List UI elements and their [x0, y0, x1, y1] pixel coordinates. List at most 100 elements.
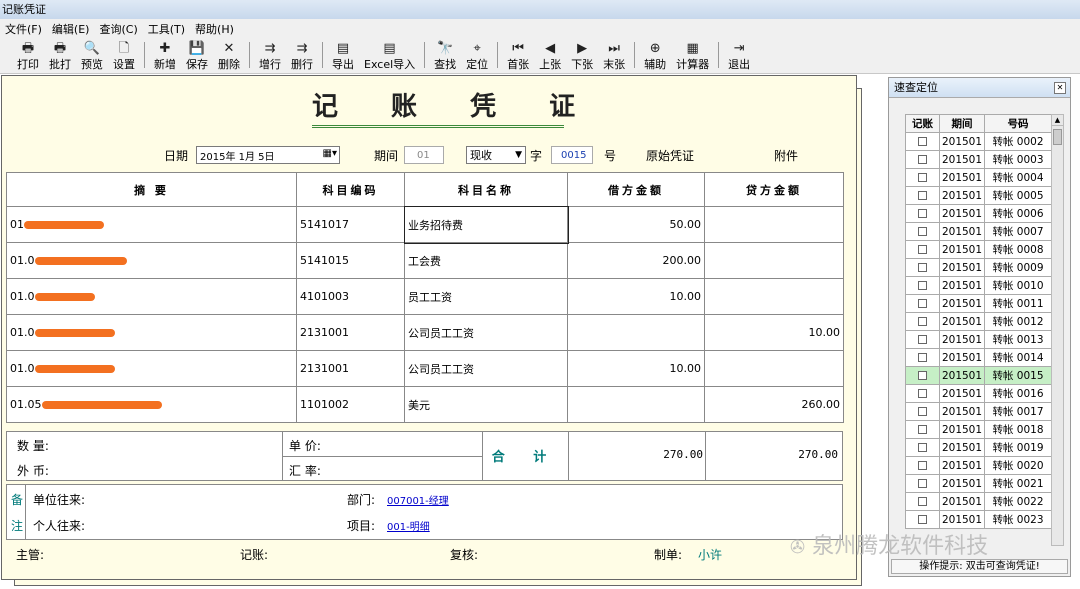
posted-cell[interactable] [905, 348, 940, 367]
toolbar-button-printer[interactable]: 🖶 打印 [12, 39, 44, 73]
posted-cell[interactable] [905, 492, 940, 511]
debit-cell[interactable] [567, 386, 705, 423]
toolbar-button-insert-row[interactable]: ⇉ 增行 [254, 39, 286, 73]
account-name-cell[interactable]: 公司员工工资 [404, 314, 568, 351]
posted-checkbox[interactable] [918, 353, 927, 362]
toolbar-button-export[interactable]: ▤ 导出 [327, 39, 359, 73]
posted-cell[interactable] [905, 204, 940, 223]
summary-cell[interactable]: 01.05 [6, 386, 297, 423]
summary-cell[interactable]: 01.0 [6, 242, 297, 279]
toolbar-button-last[interactable]: ⏭ 末张 [598, 39, 630, 73]
project-link[interactable]: 001-明细 [387, 518, 430, 533]
posted-cell[interactable] [905, 276, 940, 295]
account-name-cell[interactable]: 员工工资 [404, 278, 568, 315]
account-name-cell[interactable]: 美元 [404, 386, 568, 423]
posted-cell[interactable] [905, 294, 940, 313]
account-name-cell[interactable]: 业务招待费 [403, 205, 569, 244]
posted-cell[interactable] [905, 510, 940, 529]
menu-item[interactable]: 文件(F) [0, 21, 47, 37]
posted-checkbox[interactable] [918, 371, 927, 380]
account-code-cell[interactable]: 5141015 [296, 242, 405, 279]
posted-checkbox[interactable] [918, 245, 927, 254]
date-picker[interactable]: 2015年 1月 5日 ▦▾ [196, 146, 340, 164]
list-item[interactable]: 201501 转帐 0014 [905, 348, 1052, 367]
posted-checkbox[interactable] [918, 281, 927, 290]
posted-cell[interactable] [905, 222, 940, 241]
posted-cell[interactable] [905, 366, 940, 385]
list-item[interactable]: 201501 转帐 0004 [905, 168, 1052, 187]
toolbar-button-calculator[interactable]: ▦ 计算器 [671, 39, 714, 73]
list-item[interactable]: 201501 转帐 0021 [905, 474, 1052, 493]
list-item[interactable]: 201501 转帐 0019 [905, 438, 1052, 457]
list-item[interactable]: 201501 转帐 0005 [905, 186, 1052, 205]
calendar-dropdown-icon[interactable]: ▦▾ [323, 148, 337, 159]
debit-cell[interactable] [567, 314, 705, 351]
toolbar-button-assist[interactable]: ⊕ 辅助 [639, 39, 671, 73]
posted-checkbox[interactable] [918, 227, 927, 236]
posted-checkbox[interactable] [918, 155, 927, 164]
posted-cell[interactable] [905, 420, 940, 439]
toolbar-button-first[interactable]: ⏮ 首张 [502, 39, 534, 73]
posted-checkbox[interactable] [918, 263, 927, 272]
posted-cell[interactable] [905, 132, 940, 151]
credit-cell[interactable] [704, 242, 844, 279]
toolbar-button-exit[interactable]: ⇥ 退出 [723, 39, 755, 73]
menu-item[interactable]: 工具(T) [143, 21, 190, 37]
posted-checkbox[interactable] [918, 317, 927, 326]
summary-cell[interactable]: 01 [6, 206, 297, 243]
posted-cell[interactable] [905, 258, 940, 277]
posted-checkbox[interactable] [918, 461, 927, 470]
posted-cell[interactable] [905, 438, 940, 457]
list-item[interactable]: 201501 转帐 0006 [905, 204, 1052, 223]
toolbar-button-locate[interactable]: ⌖ 定位 [461, 39, 493, 73]
toolbar-button-page-setup[interactable]: 🗋 设置 [108, 39, 140, 73]
account-name-cell[interactable]: 公司员工工资 [404, 350, 568, 387]
posted-cell[interactable] [905, 384, 940, 403]
debit-cell[interactable]: 10.00 [567, 350, 705, 387]
menu-item[interactable]: 编辑(E) [47, 21, 95, 37]
account-code-cell[interactable]: 5141017 [296, 206, 405, 243]
list-item[interactable]: 201501 转帐 0008 [905, 240, 1052, 259]
period-field[interactable]: 01 [404, 146, 444, 164]
posted-cell[interactable] [905, 150, 940, 169]
posted-cell[interactable] [905, 312, 940, 331]
debit-cell[interactable]: 10.00 [567, 278, 705, 315]
credit-cell[interactable] [704, 206, 844, 243]
scroll-up-icon[interactable]: ▲ [1052, 115, 1063, 126]
toolbar-button-find[interactable]: 🔭 查找 [429, 39, 461, 73]
list-item[interactable]: 201501 转帐 0003 [905, 150, 1052, 169]
posted-cell[interactable] [905, 240, 940, 259]
account-name-cell[interactable]: 工会费 [404, 242, 568, 279]
list-item[interactable]: 201501 转帐 0012 [905, 312, 1052, 331]
posted-checkbox[interactable] [918, 443, 927, 452]
debit-cell[interactable]: 200.00 [567, 242, 705, 279]
toolbar-button-batch-print[interactable]: 🖶 批打 [44, 39, 76, 73]
toolbar-button-next[interactable]: ▶ 下张 [566, 39, 598, 73]
list-item[interactable]: 201501 转帐 0010 [905, 276, 1052, 295]
voucher-number-field[interactable]: 0015 [551, 146, 593, 164]
department-link[interactable]: 007001-经理 [387, 492, 449, 507]
posted-checkbox[interactable] [918, 479, 927, 488]
list-item[interactable]: 201501 转帐 0002 [905, 132, 1052, 151]
menu-item[interactable]: 查询(C) [94, 21, 142, 37]
toolbar-button-preview[interactable]: 🔍 预览 [76, 39, 108, 73]
posted-cell[interactable] [905, 456, 940, 475]
close-icon[interactable]: ✕ [1054, 82, 1066, 94]
list-item[interactable]: 201501 转帐 0017 [905, 402, 1052, 421]
posted-checkbox[interactable] [918, 425, 927, 434]
toolbar-button-add[interactable]: ✚ 新增 [149, 39, 181, 73]
account-code-cell[interactable]: 1101002 [296, 386, 405, 423]
list-item[interactable]: 201501 转帐 0009 [905, 258, 1052, 277]
posted-checkbox[interactable] [918, 497, 927, 506]
posted-cell[interactable] [905, 474, 940, 493]
list-item[interactable]: 201501 转帐 0015 [905, 366, 1052, 385]
posted-checkbox[interactable] [918, 407, 927, 416]
posted-cell[interactable] [905, 330, 940, 349]
summary-cell[interactable]: 01.0 [6, 278, 297, 315]
scrollbar-thumb[interactable] [1053, 129, 1062, 145]
voucher-type-select[interactable]: 现收 ▼ [466, 146, 526, 164]
menu-item[interactable]: 帮助(H) [190, 21, 239, 37]
toolbar-button-prev[interactable]: ◀ 上张 [534, 39, 566, 73]
list-item[interactable]: 201501 转帐 0018 [905, 420, 1052, 439]
list-item[interactable]: 201501 转帐 0016 [905, 384, 1052, 403]
